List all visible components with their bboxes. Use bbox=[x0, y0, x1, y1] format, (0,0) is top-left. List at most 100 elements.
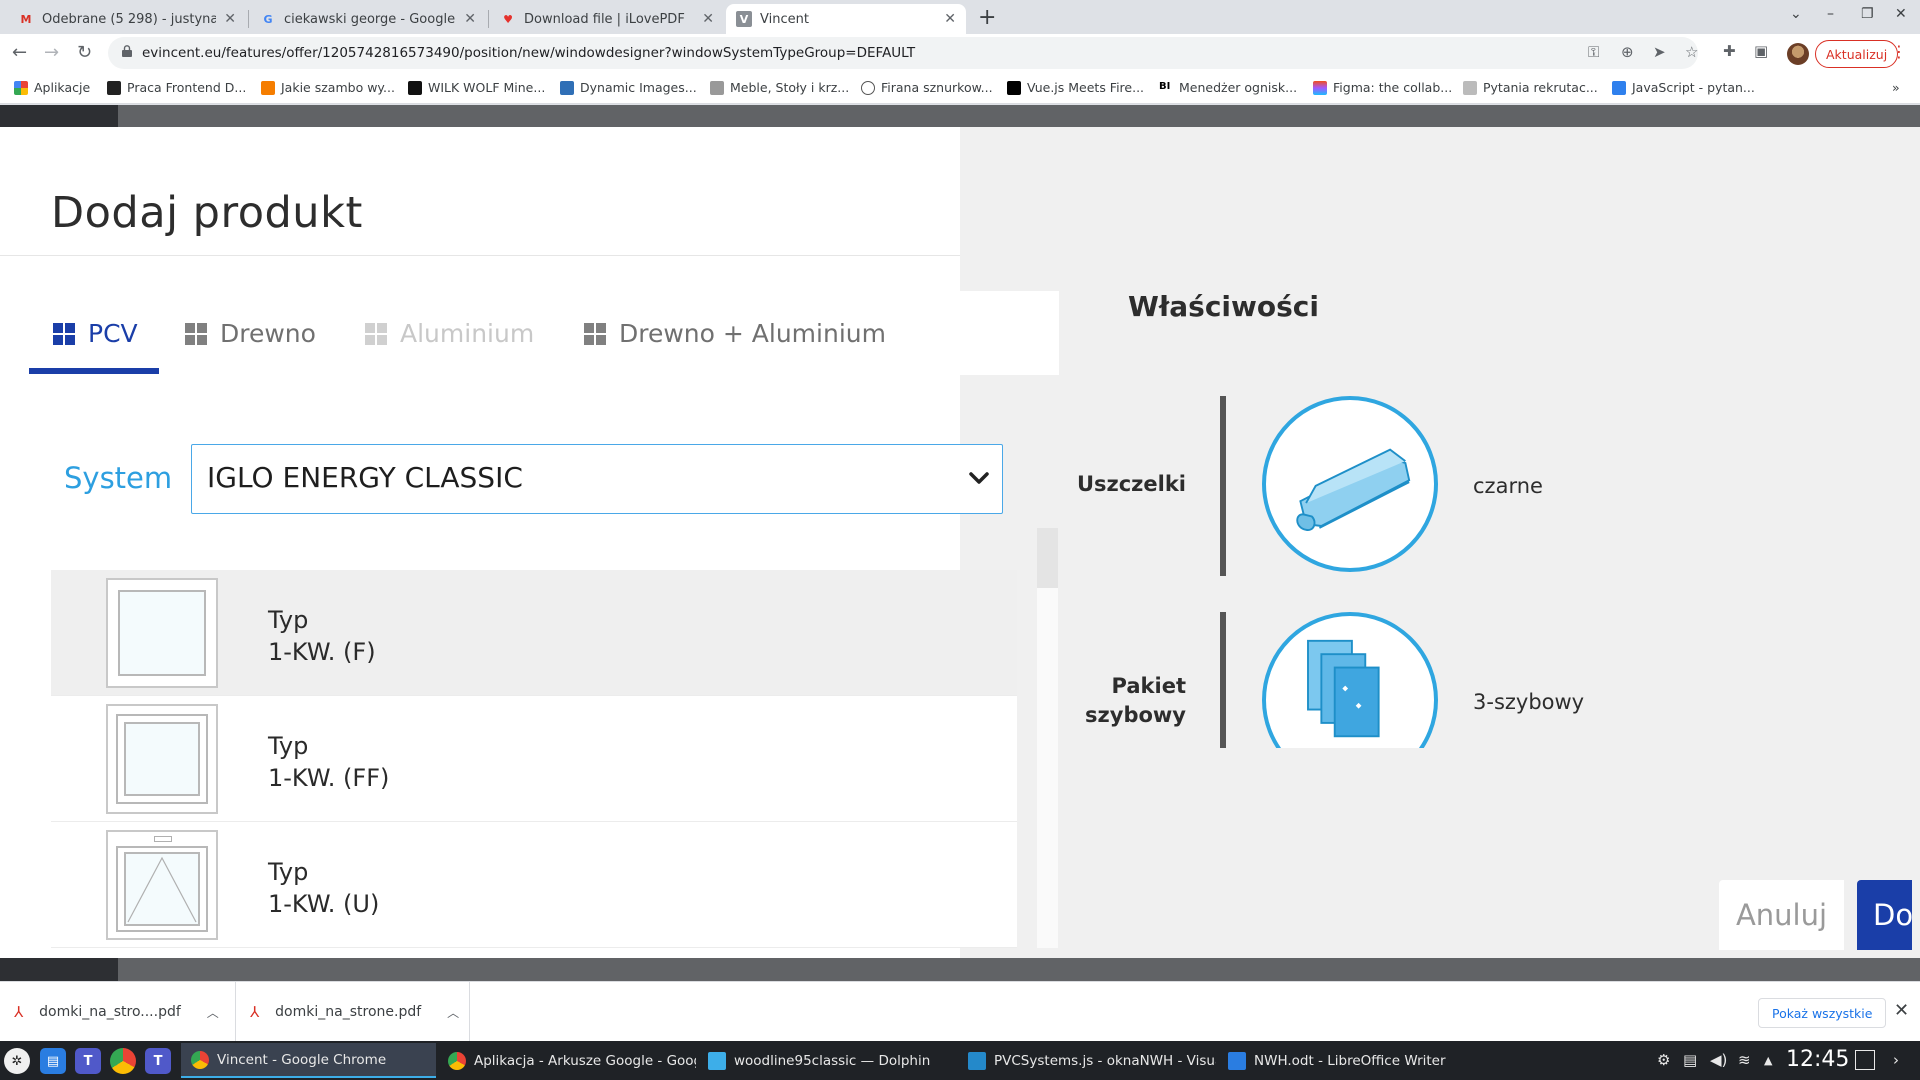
apps-grid-icon bbox=[14, 80, 28, 95]
expand-tray-icon[interactable]: ▲ bbox=[1764, 1054, 1772, 1067]
start-menu-icon[interactable]: ✲ bbox=[4, 1048, 30, 1074]
property-value: czarne bbox=[1473, 474, 1543, 498]
bookmark-item[interactable]: Meble, Stoły i krz... bbox=[710, 80, 849, 95]
menu-icon[interactable]: ⋮ bbox=[1891, 42, 1907, 61]
overflow-chevron-icon[interactable]: › bbox=[1893, 1051, 1899, 1069]
update-button[interactable]: Aktualizuj bbox=[1815, 40, 1899, 68]
bookmark-item[interactable]: Praca Frontend D... bbox=[107, 80, 246, 95]
bookmark-item[interactable]: JavaScript - pytan... bbox=[1612, 80, 1755, 95]
window-type-row[interactable]: Typ 1-KW. (U) bbox=[51, 822, 1017, 948]
send-icon[interactable]: ➤ bbox=[1653, 43, 1666, 61]
bookmark-item[interactable]: Dynamic Images... bbox=[560, 80, 697, 95]
show-desktop-icon[interactable] bbox=[1855, 1050, 1875, 1070]
window-type-row[interactable]: Typ 1-KW. (F) bbox=[51, 570, 1017, 696]
bookmark-label: Pytania rekrutac... bbox=[1483, 80, 1598, 95]
close-tab-icon[interactable]: ✕ bbox=[464, 11, 476, 27]
vincent-icon: V bbox=[736, 11, 752, 27]
reload-icon[interactable]: ↻ bbox=[77, 42, 92, 63]
extensions-icon[interactable]: ✚ bbox=[1723, 42, 1736, 60]
close-tab-icon[interactable]: ✕ bbox=[944, 11, 956, 27]
reading-list-icon[interactable]: ▣ bbox=[1754, 42, 1768, 60]
zoom-icon[interactable]: ⊕ bbox=[1621, 43, 1634, 61]
scrollbar-thumb[interactable] bbox=[1037, 528, 1058, 588]
bookmark-item[interactable]: Firana sznurkow... bbox=[861, 80, 993, 95]
tab-pcv[interactable]: PCV bbox=[53, 319, 138, 348]
modal-right-panel bbox=[960, 127, 1920, 958]
chrome-icon bbox=[191, 1050, 209, 1069]
bookmark-item[interactable]: WILK WOLF Mine... bbox=[408, 80, 545, 95]
more-bookmarks-icon[interactable]: » bbox=[1892, 80, 1900, 95]
cancel-button[interactable]: Anuluj bbox=[1719, 880, 1844, 950]
list-scrollbar[interactable] bbox=[1037, 528, 1058, 948]
chevron-up-icon[interactable]: ︿ bbox=[207, 1004, 219, 1021]
window-type-thumbnail bbox=[106, 704, 218, 814]
bookmark-item[interactable]: Pytania rekrutac... bbox=[1463, 80, 1598, 95]
type-code: 1-KW. (U) bbox=[268, 890, 380, 918]
clock[interactable]: 12:45 bbox=[1786, 1047, 1849, 1072]
system-label: System bbox=[64, 461, 173, 495]
property-value: 3-szybowy bbox=[1473, 690, 1585, 714]
task-writer[interactable]: NWH.odt - LibreOffice Writer bbox=[1218, 1043, 1476, 1078]
browser-tab-google[interactable]: G ciekawski george - Google Se ✕ bbox=[250, 4, 486, 34]
bookmark-apps[interactable]: Aplikacje bbox=[14, 80, 90, 95]
lock-icon bbox=[122, 45, 132, 57]
download-item[interactable]: ⅄ domki_na_strone.pdf ︿ bbox=[236, 982, 470, 1042]
clipboard-icon[interactable]: ▤ bbox=[1683, 1051, 1697, 1069]
taskbar: ✲ ▤ T T Vincent - Google Chrome Aplikacj… bbox=[0, 1041, 1920, 1080]
back-icon[interactable]: ← bbox=[12, 42, 27, 63]
teams-icon[interactable]: T bbox=[145, 1048, 171, 1074]
chevron-up-icon[interactable]: ︿ bbox=[447, 1004, 459, 1021]
chrome-icon[interactable] bbox=[110, 1048, 136, 1074]
browser-tab-gmail[interactable]: M Odebrane (5 298) - justynask ✕ bbox=[8, 4, 246, 34]
download-shelf: ⅄ domki_na_stro....pdf ︿ ⅄ domki_na_stro… bbox=[0, 981, 1920, 1042]
type-code: 1-KW. (FF) bbox=[268, 764, 390, 792]
folder-icon bbox=[708, 1051, 726, 1070]
address-bar[interactable]: evincent.eu/features/offer/1205742816573… bbox=[108, 37, 1698, 69]
documents-app-icon[interactable]: ▤ bbox=[40, 1048, 66, 1074]
task-chrome-sheets[interactable]: Aplikacja - Arkusze Google - Googl... bbox=[438, 1043, 696, 1078]
key-icon[interactable]: ⚿ bbox=[1588, 43, 1599, 61]
close-tab-icon[interactable]: ✕ bbox=[702, 11, 714, 27]
add-button[interactable]: Do bbox=[1857, 880, 1912, 950]
bookmark-item[interactable]: Jakie szambo wy... bbox=[261, 80, 395, 95]
forward-icon[interactable]: → bbox=[44, 42, 59, 63]
settings-tray-icon[interactable]: ⚙ bbox=[1657, 1051, 1670, 1069]
close-tab-icon[interactable]: ✕ bbox=[224, 11, 236, 27]
bookmark-item[interactable]: Vue.js Meets Fire... bbox=[1007, 80, 1144, 95]
ilovepdf-icon: ♥ bbox=[503, 12, 513, 26]
tab-drewno-aluminium[interactable]: Drewno + Aluminium bbox=[584, 319, 886, 348]
wifi-icon[interactable]: ≋ bbox=[1738, 1051, 1751, 1069]
task-chrome-vincent[interactable]: Vincent - Google Chrome bbox=[181, 1043, 436, 1078]
system-select[interactable]: IGLO ENERGY CLASSIC bbox=[191, 444, 1003, 514]
bookmark-item[interactable]: BI Menedżer ognisk... bbox=[1159, 80, 1297, 95]
bookmark-label: JavaScript - pytan... bbox=[1632, 80, 1755, 95]
tab-search-icon[interactable]: ⌄ bbox=[1790, 6, 1802, 22]
tab-label: Aluminium bbox=[400, 319, 535, 348]
bookmark-item[interactable]: Figma: the collab... bbox=[1313, 80, 1452, 95]
browser-tab-vincent[interactable]: V Vincent ✕ bbox=[726, 4, 966, 34]
task-label: PVCSystems.js - oknaNWH - Visual ... bbox=[994, 1052, 1216, 1069]
volume-icon[interactable]: ◀) bbox=[1710, 1051, 1727, 1069]
tab-drewno[interactable]: Drewno bbox=[185, 319, 316, 348]
bookmark-star-icon[interactable]: ☆ bbox=[1685, 43, 1698, 61]
image-icon bbox=[560, 80, 574, 95]
download-item[interactable]: ⅄ domki_na_stro....pdf ︿ bbox=[0, 982, 236, 1042]
tab-label: PCV bbox=[88, 319, 138, 348]
close-icon[interactable]: ✕ bbox=[1894, 1000, 1909, 1021]
show-all-downloads-button[interactable]: Pokaż wszystkie bbox=[1758, 998, 1887, 1028]
new-tab-button[interactable]: + bbox=[978, 5, 996, 30]
bookmark-label: Firana sznurkow... bbox=[881, 80, 993, 95]
browser-tab-ilovepdf[interactable]: ♥ Download file | iLovePDF ✕ bbox=[490, 4, 724, 34]
browser-tab-title: Odebrane (5 298) - justynask bbox=[42, 11, 217, 27]
close-window-icon[interactable]: ✕ bbox=[1895, 6, 1907, 22]
wolf-icon bbox=[408, 80, 422, 95]
task-dolphin[interactable]: woodline95classic — Dolphin bbox=[698, 1043, 956, 1078]
minimize-icon[interactable]: – bbox=[1827, 6, 1834, 22]
profile-avatar[interactable] bbox=[1787, 43, 1809, 65]
window-type-row[interactable]: Typ 1-KW. (FF) bbox=[51, 696, 1017, 822]
restore-icon[interactable]: ❐ bbox=[1861, 6, 1874, 22]
task-vscode[interactable]: PVCSystems.js - oknaNWH - Visual ... bbox=[958, 1043, 1216, 1078]
curtain-icon bbox=[861, 80, 875, 95]
tab-separator bbox=[248, 10, 249, 28]
teams-icon[interactable]: T bbox=[75, 1048, 101, 1074]
